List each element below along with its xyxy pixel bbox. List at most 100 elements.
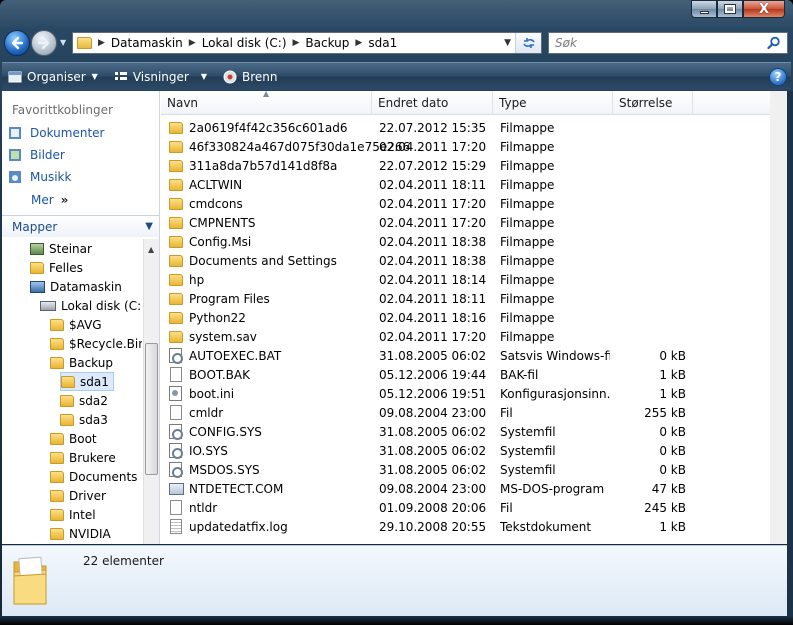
file-row[interactable]: cmdcons 02.04.2011 17:20 Filmappe (161, 194, 787, 213)
breadcrumb-separator-icon[interactable]: ▶ (293, 38, 300, 48)
search-input[interactable]: Søk (555, 36, 577, 50)
address-bar[interactable]: ▶ Datamaskin ▶ Lokal disk (C:) ▶ Backup … (72, 32, 542, 54)
views-button[interactable]: Visninger ▼ (114, 70, 207, 84)
breadcrumb-separator-icon[interactable]: ▶ (189, 38, 196, 48)
tree-item[interactable]: Boot (50, 429, 97, 448)
file-size: 0 kB (659, 424, 686, 439)
folders-header[interactable]: Mapper ▼ (2, 215, 159, 237)
file-row[interactable]: Config.Msi 02.04.2011 18:38 Filmappe (161, 232, 787, 251)
column-name[interactable]: Navn ▲ (161, 89, 372, 115)
file-type: Systemfil (500, 443, 556, 458)
organise-icon (8, 71, 22, 82)
search-icon[interactable] (767, 36, 781, 50)
search-box[interactable]: Søk (548, 32, 788, 54)
tree-item[interactable]: Lokal disk (C:) (40, 296, 142, 315)
breadcrumb-sda1[interactable]: sda1 (368, 36, 397, 50)
folder-icon (169, 235, 183, 248)
file-type: Filmappe (500, 120, 555, 135)
scroll-up-arrow-icon[interactable]: ▲ (148, 245, 154, 254)
file-row[interactable]: AUTOEXEC.BAT 31.08.2005 06:02 Satsvis Wind… (161, 346, 787, 365)
file-name-cell: boot.ini (169, 386, 234, 401)
file-name: 2a0619f4f42c356c601ad6 (189, 120, 348, 135)
file-row[interactable]: system.sav 02.04.2011 17:20 Filmappe (161, 327, 787, 346)
file-row[interactable]: boot.ini 05.12.2006 19:51 Konfigurasjonsin… (161, 384, 787, 403)
favorite-documents[interactable]: Dokumenter (8, 126, 104, 140)
folders-collapse-chevron-icon[interactable]: ▼ (145, 221, 153, 232)
file-row[interactable]: MSDOS.SYS 31.08.2005 06:02 Systemfil 0 kB (161, 460, 787, 479)
file-row[interactable]: 2a0619f4f42c356c601ad6 22.07.2012 15:35 Fi… (161, 118, 787, 137)
breadcrumb-lokal-disk[interactable]: Lokal disk (C:) (202, 36, 287, 50)
refresh-icon (522, 38, 535, 48)
folder-icon (50, 337, 64, 350)
tree-item[interactable]: Steinar (30, 239, 92, 258)
file-name: 46f330824a467d075f30da1e75e266 (189, 139, 411, 154)
pictures-icon (9, 149, 21, 161)
tree-item[interactable]: Intel (50, 505, 96, 524)
organise-button[interactable]: Organiser ▼ (8, 70, 98, 84)
file-name-cell: system.sav (169, 330, 257, 344)
column-size[interactable]: Størrelse (613, 91, 693, 115)
tree-item[interactable]: sda2 (60, 391, 108, 410)
tree-item[interactable]: Documents a (50, 467, 142, 486)
column-date[interactable]: Endret dato (372, 91, 493, 115)
breadcrumb-separator-icon[interactable]: ▶ (98, 38, 105, 48)
folder-icon (169, 178, 183, 191)
file-row[interactable]: Program Files 02.04.2011 18:11 Filmappe (161, 289, 787, 308)
tree-item[interactable]: Datamaskin (30, 277, 122, 296)
address-history-chevron-icon[interactable]: ▼ (504, 38, 511, 48)
refresh-button[interactable] (515, 33, 541, 53)
file-row[interactable]: cmldr 09.08.2004 23:00 Fil 255 kB (161, 403, 787, 422)
views-icon (114, 71, 127, 80)
file-row[interactable]: BOOT.BAK 05.12.2006 19:44 BAK-fil 1 kB (161, 365, 787, 384)
file-size: 47 kB (651, 481, 686, 496)
file-row[interactable]: hp 02.04.2011 18:14 Filmappe (161, 270, 787, 289)
organise-dropdown-icon: ▼ (91, 72, 98, 81)
help-button[interactable]: ? (769, 68, 787, 86)
breadcrumb-datamaskin[interactable]: Datamaskin (111, 36, 183, 50)
maximize-button[interactable] (717, 0, 743, 18)
file-row[interactable]: updatedatfix.log 29.10.2008 20:55 Tekstdok… (161, 517, 787, 536)
file-name: hp (189, 272, 205, 287)
tree-item[interactable]: Backup (50, 353, 113, 372)
tree-item[interactable]: NVIDIA (50, 524, 111, 543)
tree-item[interactable]: $Recycle.Bin (50, 334, 142, 353)
title-bar[interactable] (0, 0, 793, 30)
address-folder-icon (77, 37, 92, 49)
tree-item[interactable]: Driver (50, 486, 106, 505)
more-favorites-link[interactable]: Mer » (31, 193, 68, 207)
minimize-button[interactable] (691, 0, 717, 18)
file-list-scrollbar-track[interactable] (770, 91, 787, 544)
file-row[interactable]: ntldr 01.09.2008 20:06 Fil 245 kB (161, 498, 787, 517)
folder-tree-scroll-thumb[interactable] (145, 343, 158, 475)
tree-item[interactable]: sda1 (60, 372, 114, 391)
folder-icon (50, 527, 64, 540)
file-row[interactable]: NTDETECT.COM 09.08.2004 23:00 MS-DOS-progr… (161, 479, 787, 498)
file-row[interactable]: Documents and Settings 02.04.2011 18:38 Fi… (161, 251, 787, 270)
favorite-music[interactable]: Musikk (8, 170, 71, 184)
breadcrumb-separator-icon[interactable]: ▶ (355, 38, 362, 48)
column-type[interactable]: Type (493, 91, 613, 115)
file-name-cell: cmldr (169, 405, 223, 420)
breadcrumb-backup[interactable]: Backup (305, 36, 349, 50)
close-button[interactable]: X (743, 0, 785, 18)
file-row[interactable]: Python22 02.04.2011 18:16 Filmappe (161, 308, 787, 327)
folder-tree-scrollbar[interactable]: ▲ (143, 239, 159, 544)
file-row[interactable]: ACLTWIN 02.04.2011 18:11 Filmappe (161, 175, 787, 194)
file-modified-date: 02.04.2011 17:20 (379, 139, 487, 154)
file-modified-date: 05.12.2006 19:44 (379, 367, 487, 382)
file-row[interactable]: IO.SYS 31.08.2005 06:02 Systemfil 0 kB (161, 441, 787, 460)
back-button[interactable] (4, 30, 30, 56)
file-row[interactable]: 46f330824a467d075f30da1e75e266 02.04.2011… (161, 137, 787, 156)
burn-button[interactable]: Brenn (223, 70, 277, 84)
favorite-pictures[interactable]: Bilder (8, 148, 65, 162)
tree-item[interactable]: Felles (30, 258, 83, 277)
tree-item[interactable]: $AVG (50, 315, 102, 334)
file-row[interactable]: CMPNENTS 02.04.2011 17:20 Filmappe (161, 213, 787, 232)
folder-icon (169, 311, 183, 324)
tree-item[interactable]: sda3 (60, 410, 108, 429)
recent-pages-dropdown[interactable]: ▼ (60, 38, 66, 47)
file-row[interactable]: CONFIG.SYS 31.08.2005 06:02 Systemfil 0 kB (161, 422, 787, 441)
tree-item[interactable]: Brukere (50, 448, 116, 467)
forward-button[interactable] (31, 30, 57, 56)
file-row[interactable]: 311a8da7b57d141d8f8a 22.07.2012 15:29 Film… (161, 156, 787, 175)
